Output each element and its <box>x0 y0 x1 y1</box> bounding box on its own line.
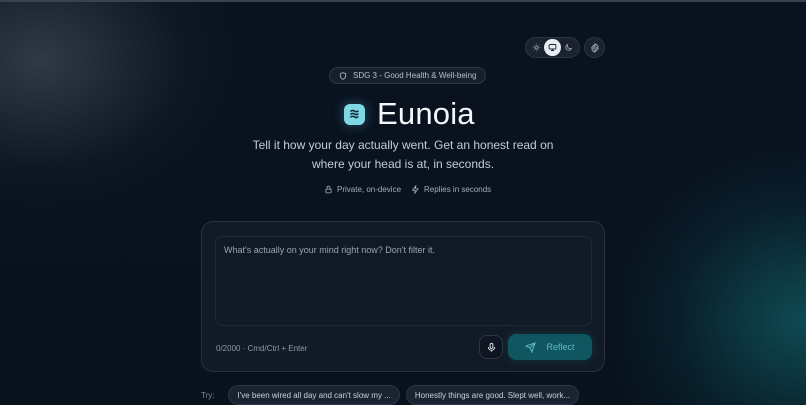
sdg-badge-label: SDG 3 - Good Health & Well-being <box>353 71 477 80</box>
theme-light-button[interactable] <box>528 39 544 56</box>
app-title: Eunoia <box>377 96 475 131</box>
journal-input[interactable]: What's actually on your mind right now? … <box>215 236 592 326</box>
waves-icon <box>344 103 365 125</box>
lock-icon <box>325 185 332 194</box>
app-header: Eunoia <box>344 96 475 132</box>
shield-icon <box>339 71 347 80</box>
feature-speed-label: Replies in seconds <box>424 185 492 194</box>
suggestion-chip[interactable]: I've been wired all day and can't slow m… <box>228 385 400 405</box>
tagline: Tell it how your day actually went. Get … <box>252 138 554 171</box>
feature-speed: Replies in seconds <box>411 185 491 194</box>
monitor-icon <box>548 44 557 51</box>
reflect-button-label: Reflect <box>546 342 575 352</box>
microphone-icon <box>487 342 495 352</box>
sdg-badge: SDG 3 - Good Health & Well-being <box>329 67 487 84</box>
feature-private-label: Private, on-device <box>337 185 402 194</box>
send-icon <box>525 341 537 353</box>
bolt-icon <box>411 185 419 194</box>
feature-list: Private, on-device Replies in seconds <box>324 185 491 194</box>
moon-icon <box>565 43 573 51</box>
suggestion-label: Try: <box>201 390 215 400</box>
feature-private: Private, on-device <box>324 185 401 194</box>
voice-input-button[interactable] <box>479 335 503 359</box>
suggestion-chip[interactable]: Honestly things are good. Slept well, wo… <box>405 385 580 405</box>
composer-card: What's actually on your mind right now? … <box>201 221 605 372</box>
theme-system-button[interactable] <box>544 39 561 56</box>
window-top-border <box>0 0 806 2</box>
sun-icon <box>532 43 540 52</box>
reflect-button[interactable]: Reflect <box>508 334 592 360</box>
theme-toggle-group <box>525 37 580 58</box>
gear-icon <box>590 42 599 53</box>
character-counter: 0/2000 · Cmd/Ctrl + Enter <box>216 344 308 353</box>
settings-button[interactable] <box>584 37 605 58</box>
theme-dark-button[interactable] <box>561 39 577 56</box>
suggestion-row: Try: I've been wired all day and can't s… <box>201 385 580 405</box>
